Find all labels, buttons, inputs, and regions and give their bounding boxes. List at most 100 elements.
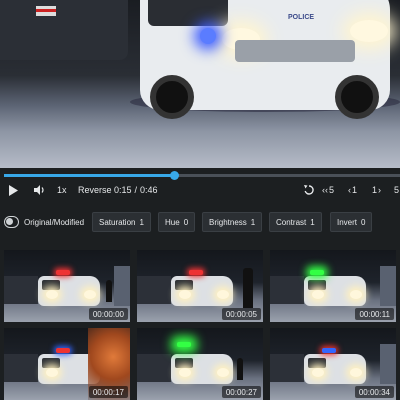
skip-fwd-5-label: 5 xyxy=(394,185,400,195)
skip-back-5-button[interactable]: ‹‹ 5 xyxy=(322,180,334,200)
skip-back-5-label: 5 xyxy=(329,185,335,195)
thumb-parked-car xyxy=(380,344,396,384)
skip-back-1-label: 1 xyxy=(352,185,358,195)
thumb-parked-car xyxy=(137,276,171,304)
original-modified-toggle[interactable]: Original/Modified xyxy=(4,214,84,230)
thumb-headlight xyxy=(179,290,191,299)
chip-value: 1 xyxy=(310,217,315,227)
double-chevron-left-icon: ‹‹ xyxy=(322,185,328,195)
time-separator: / xyxy=(134,185,138,195)
thumb-headlight xyxy=(350,290,362,299)
thumb-timestamp: 00:00:00 xyxy=(88,308,128,320)
chip-label: Saturation xyxy=(99,217,136,227)
thumb-siren xyxy=(56,270,70,275)
saturation-chip[interactable]: Saturation 1 xyxy=(92,212,151,232)
thumb-person xyxy=(237,358,243,380)
chip-value: 0 xyxy=(361,217,366,227)
skip-fwd-1-label: 1 xyxy=(372,185,378,195)
thumbnail[interactable]: 00:00:27 xyxy=(137,328,263,400)
invert-chip[interactable]: Invert 0 xyxy=(330,212,373,232)
current-time: 0:15 xyxy=(114,185,132,195)
thumb-parked-car xyxy=(4,354,38,382)
car-wheel-rear xyxy=(335,75,379,119)
video-player-app: POLICE 1x Reverse 0:15 / 0:46 ‹‹ 5 ‹ 1 1… xyxy=(0,0,400,400)
thumb-siren xyxy=(310,270,324,275)
duration: 0:46 xyxy=(140,185,158,195)
thumb-siren xyxy=(322,348,336,353)
police-text: POLICE xyxy=(288,14,315,21)
chip-label: Brightness xyxy=(209,217,247,227)
filter-bar: Original/Modified Saturation 1 Hue 0 Bri… xyxy=(0,210,400,234)
thumb-timestamp: 00:00:05 xyxy=(221,308,261,320)
chevron-left-icon: ‹ xyxy=(348,185,351,195)
skip-back-1-button[interactable]: ‹ 1 xyxy=(348,180,357,200)
play-button[interactable] xyxy=(8,180,18,200)
chip-label: Invert xyxy=(337,217,358,227)
thumb-person xyxy=(243,268,253,308)
thumb-headlight xyxy=(217,368,229,377)
thumb-headlight xyxy=(179,368,191,377)
thumb-headlight xyxy=(46,290,58,299)
headlight-right xyxy=(350,20,388,42)
toggle-switch[interactable] xyxy=(4,216,19,228)
blue-siren-light xyxy=(200,28,216,44)
seek-bar[interactable] xyxy=(0,170,400,180)
skip-fwd-5-button[interactable]: 5 xyxy=(394,180,399,200)
chip-value: 1 xyxy=(250,217,256,227)
speaker-icon xyxy=(34,185,44,195)
volume-button[interactable] xyxy=(34,180,45,200)
thumb-parked-car xyxy=(137,354,171,382)
car-grille xyxy=(235,40,355,62)
thumb-timestamp: 00:00:34 xyxy=(354,386,394,398)
thumb-headlight xyxy=(217,290,229,299)
contrast-chip[interactable]: Contrast 1 xyxy=(269,212,322,232)
thumb-siren xyxy=(177,342,191,347)
thumb-siren xyxy=(189,270,203,275)
reverse-button[interactable]: Reverse xyxy=(78,180,112,200)
play-icon xyxy=(9,184,18,196)
thumb-timestamp: 00:00:11 xyxy=(355,308,394,320)
background-truck xyxy=(0,0,128,60)
thumb-parked-car xyxy=(270,354,304,382)
chip-label: Hue xyxy=(165,217,180,227)
chip-value: 0 xyxy=(183,217,189,227)
skip-fwd-1-button[interactable]: 1 › xyxy=(372,180,381,200)
speed-button[interactable]: 1x xyxy=(57,180,67,200)
toggle-label: Original/Modified xyxy=(24,217,85,227)
playback-controls: 1x Reverse 0:15 / 0:46 ‹‹ 5 ‹ 1 1 › 5 xyxy=(0,180,400,200)
seek-fill xyxy=(4,174,175,177)
time-display: 0:15 / 0:46 xyxy=(114,180,158,200)
license-plate xyxy=(36,6,56,16)
thumb-headlight xyxy=(312,290,324,299)
video-frame[interactable]: POLICE xyxy=(0,0,400,168)
thumb-headlight xyxy=(84,290,96,299)
seek-handle[interactable] xyxy=(170,171,180,180)
car-wheel-front xyxy=(150,75,194,119)
speed-label: 1x xyxy=(57,185,67,195)
thumb-parked-car xyxy=(270,276,304,304)
thumb-headlight xyxy=(312,368,324,377)
thumb-parked-car xyxy=(4,276,38,304)
chip-label: Contrast xyxy=(276,217,307,227)
thumb-timestamp: 00:00:27 xyxy=(221,386,261,398)
loop-button[interactable] xyxy=(304,180,314,200)
thumb-timestamp: 00:00:17 xyxy=(88,386,128,398)
thumb-headlight xyxy=(46,368,58,377)
thumbnail[interactable]: 00:00:34 xyxy=(270,328,396,400)
reverse-label: Reverse xyxy=(78,185,112,195)
thumbnail[interactable]: 00:00:17 xyxy=(4,328,130,400)
thumb-siren xyxy=(56,348,70,353)
chip-value: 1 xyxy=(139,217,144,227)
car-windshield xyxy=(148,0,228,26)
loop-icon xyxy=(304,185,314,195)
thumb-parked-car xyxy=(380,266,396,306)
thumbnail[interactable]: 00:00:11 xyxy=(270,250,396,322)
police-car: POLICE xyxy=(140,0,390,119)
brightness-chip[interactable]: Brightness 1 xyxy=(202,212,263,232)
thumbnail[interactable]: 00:00:00 xyxy=(4,250,130,322)
thumb-person xyxy=(106,280,112,302)
chevron-right-icon: › xyxy=(378,185,382,195)
hue-chip[interactable]: Hue 0 xyxy=(158,212,196,232)
thumb-headlight xyxy=(350,368,362,377)
thumbnail[interactable]: 00:00:05 xyxy=(137,250,263,322)
